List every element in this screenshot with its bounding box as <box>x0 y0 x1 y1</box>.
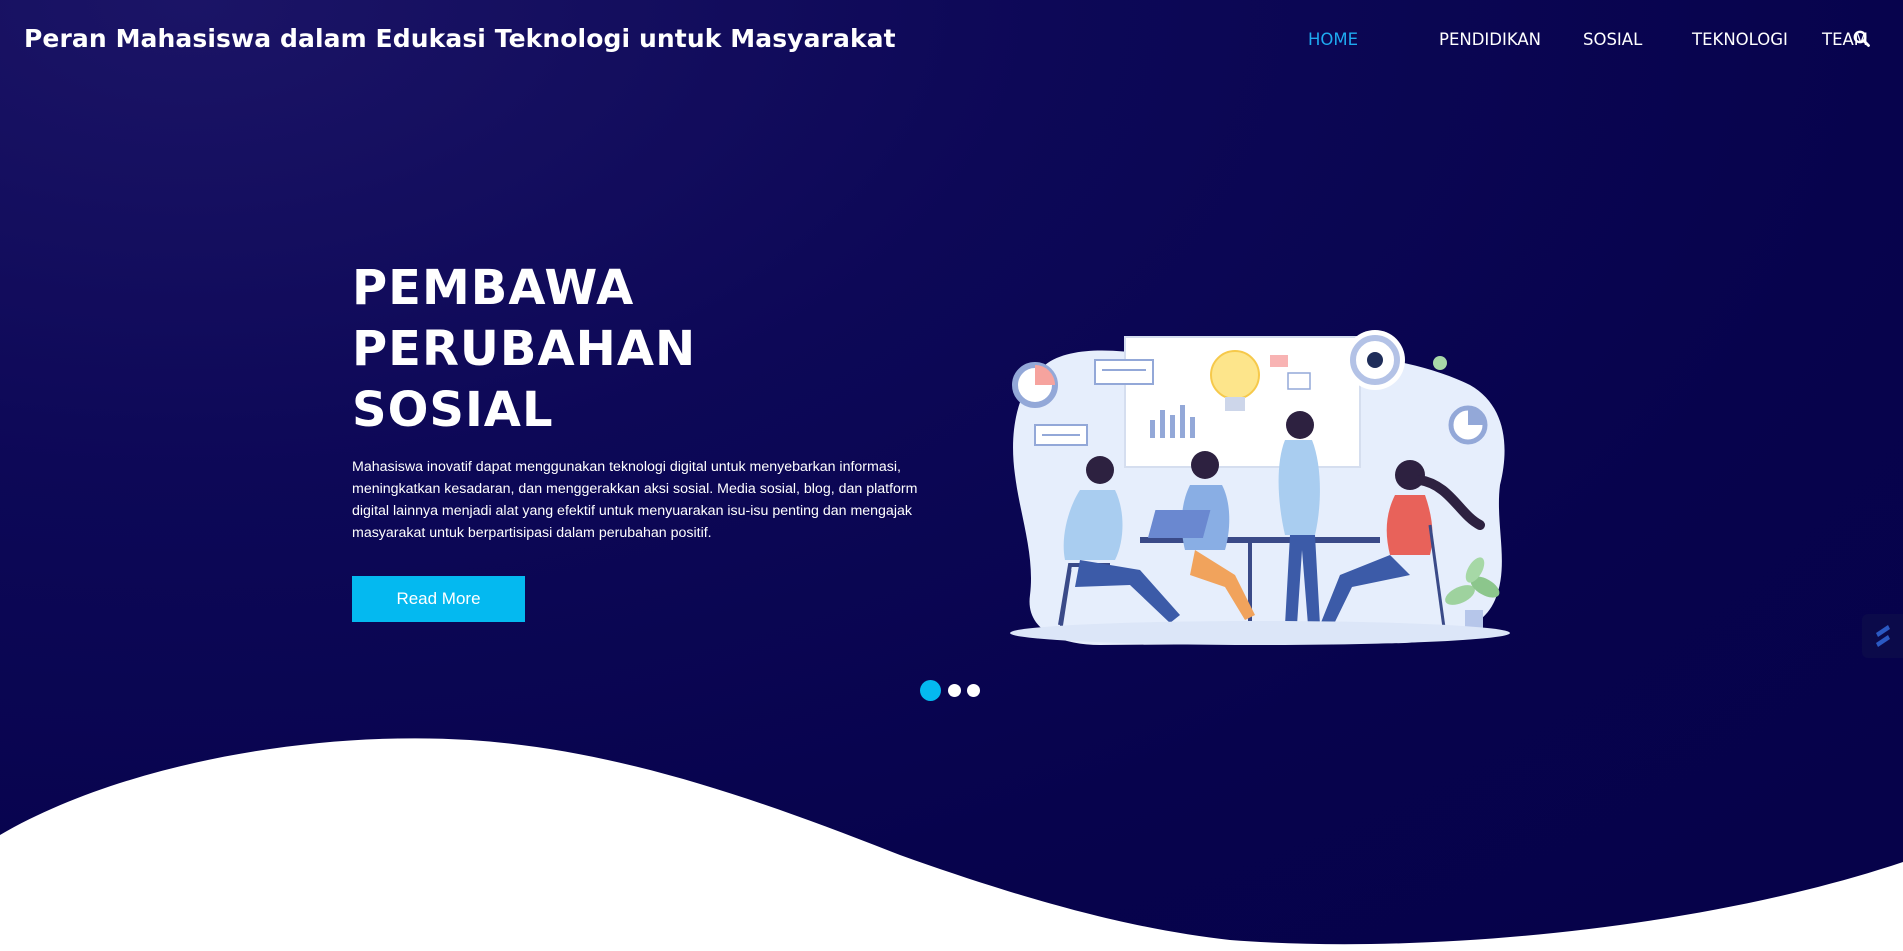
team-meeting-illustration <box>1010 330 1510 645</box>
slider-dot-active[interactable] <box>920 680 941 701</box>
slider-dot[interactable] <box>967 684 980 697</box>
site-header: Peran Mahasiswa dalam Edukasi Teknologi … <box>0 0 1903 80</box>
side-widget-button[interactable] <box>1862 614 1903 658</box>
hero-section: Peran Mahasiswa dalam Edukasi Teknologi … <box>0 0 1903 951</box>
read-more-button[interactable]: Read More <box>352 576 525 622</box>
hero-title-line: SOSIAL <box>352 382 554 438</box>
hero-title-line: PEMBAWA <box>352 260 635 316</box>
nav-item-home[interactable]: HOME <box>1308 30 1358 49</box>
logo-s-icon <box>1875 625 1890 647</box>
search-icon[interactable] <box>1853 30 1870 51</box>
nav-item-teknologi[interactable]: TEKNOLOGI <box>1692 30 1788 49</box>
hero-paragraph: Mahasiswa inovatif dapat menggunakan tek… <box>352 459 918 541</box>
slider-dot[interactable] <box>948 684 961 697</box>
hero-title: PEMBAWA PERUBAHAN SOSIAL <box>352 258 772 441</box>
hero-title-line: PERUBAHAN <box>352 321 697 377</box>
nav-item-sosial[interactable]: SOSIAL <box>1583 30 1642 49</box>
nav-item-pendidikan[interactable]: PENDIDIKAN <box>1439 30 1541 49</box>
site-title[interactable]: Peran Mahasiswa dalam Edukasi Teknologi … <box>24 24 896 53</box>
wave-divider <box>0 738 1903 951</box>
